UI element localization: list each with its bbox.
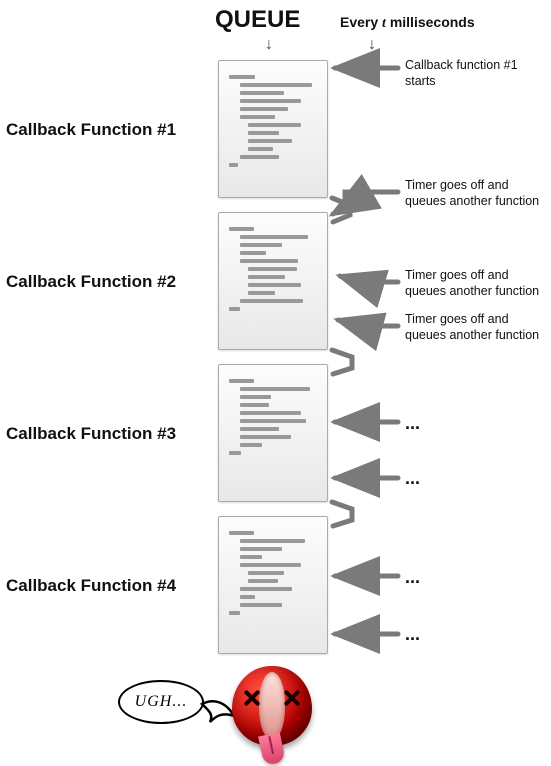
- callback-label-3: Callback Function #3: [6, 424, 176, 444]
- every-suffix: milliseconds: [386, 14, 475, 30]
- callback-label-4: Callback Function #4: [6, 576, 176, 596]
- code-document-2: [218, 212, 328, 350]
- down-arrow-icon: ↓: [368, 36, 376, 54]
- opera-browser-dead-icon: [232, 666, 312, 746]
- ellipsis-icon: ...: [405, 567, 420, 588]
- speech-bubble-text: UGH...: [135, 693, 188, 711]
- heading-queue: QUEUE: [215, 6, 300, 34]
- heading-every-t-ms: Every t milliseconds: [340, 14, 475, 32]
- callback-label-1: Callback Function #1: [6, 120, 176, 140]
- ellipsis-icon: ...: [405, 624, 420, 645]
- callback-label-2: Callback Function #2: [6, 272, 176, 292]
- annotation-timer-2: Timer goes off andqueues another functio…: [405, 268, 539, 299]
- code-document-1: [218, 60, 328, 198]
- annotation-timer-3: Timer goes off andqueues another functio…: [405, 312, 539, 343]
- annotation-cb1-starts: Callback function #1starts: [405, 58, 518, 89]
- annotation-timer-1: Timer goes off andqueues another functio…: [405, 178, 539, 209]
- ellipsis-icon: ...: [405, 413, 420, 434]
- code-document-4: [218, 516, 328, 654]
- every-prefix: Every: [340, 14, 382, 30]
- code-document-3: [218, 364, 328, 502]
- down-arrow-icon: ↓: [265, 36, 273, 54]
- ellipsis-icon: ...: [405, 468, 420, 489]
- speech-bubble: UGH...: [118, 680, 204, 724]
